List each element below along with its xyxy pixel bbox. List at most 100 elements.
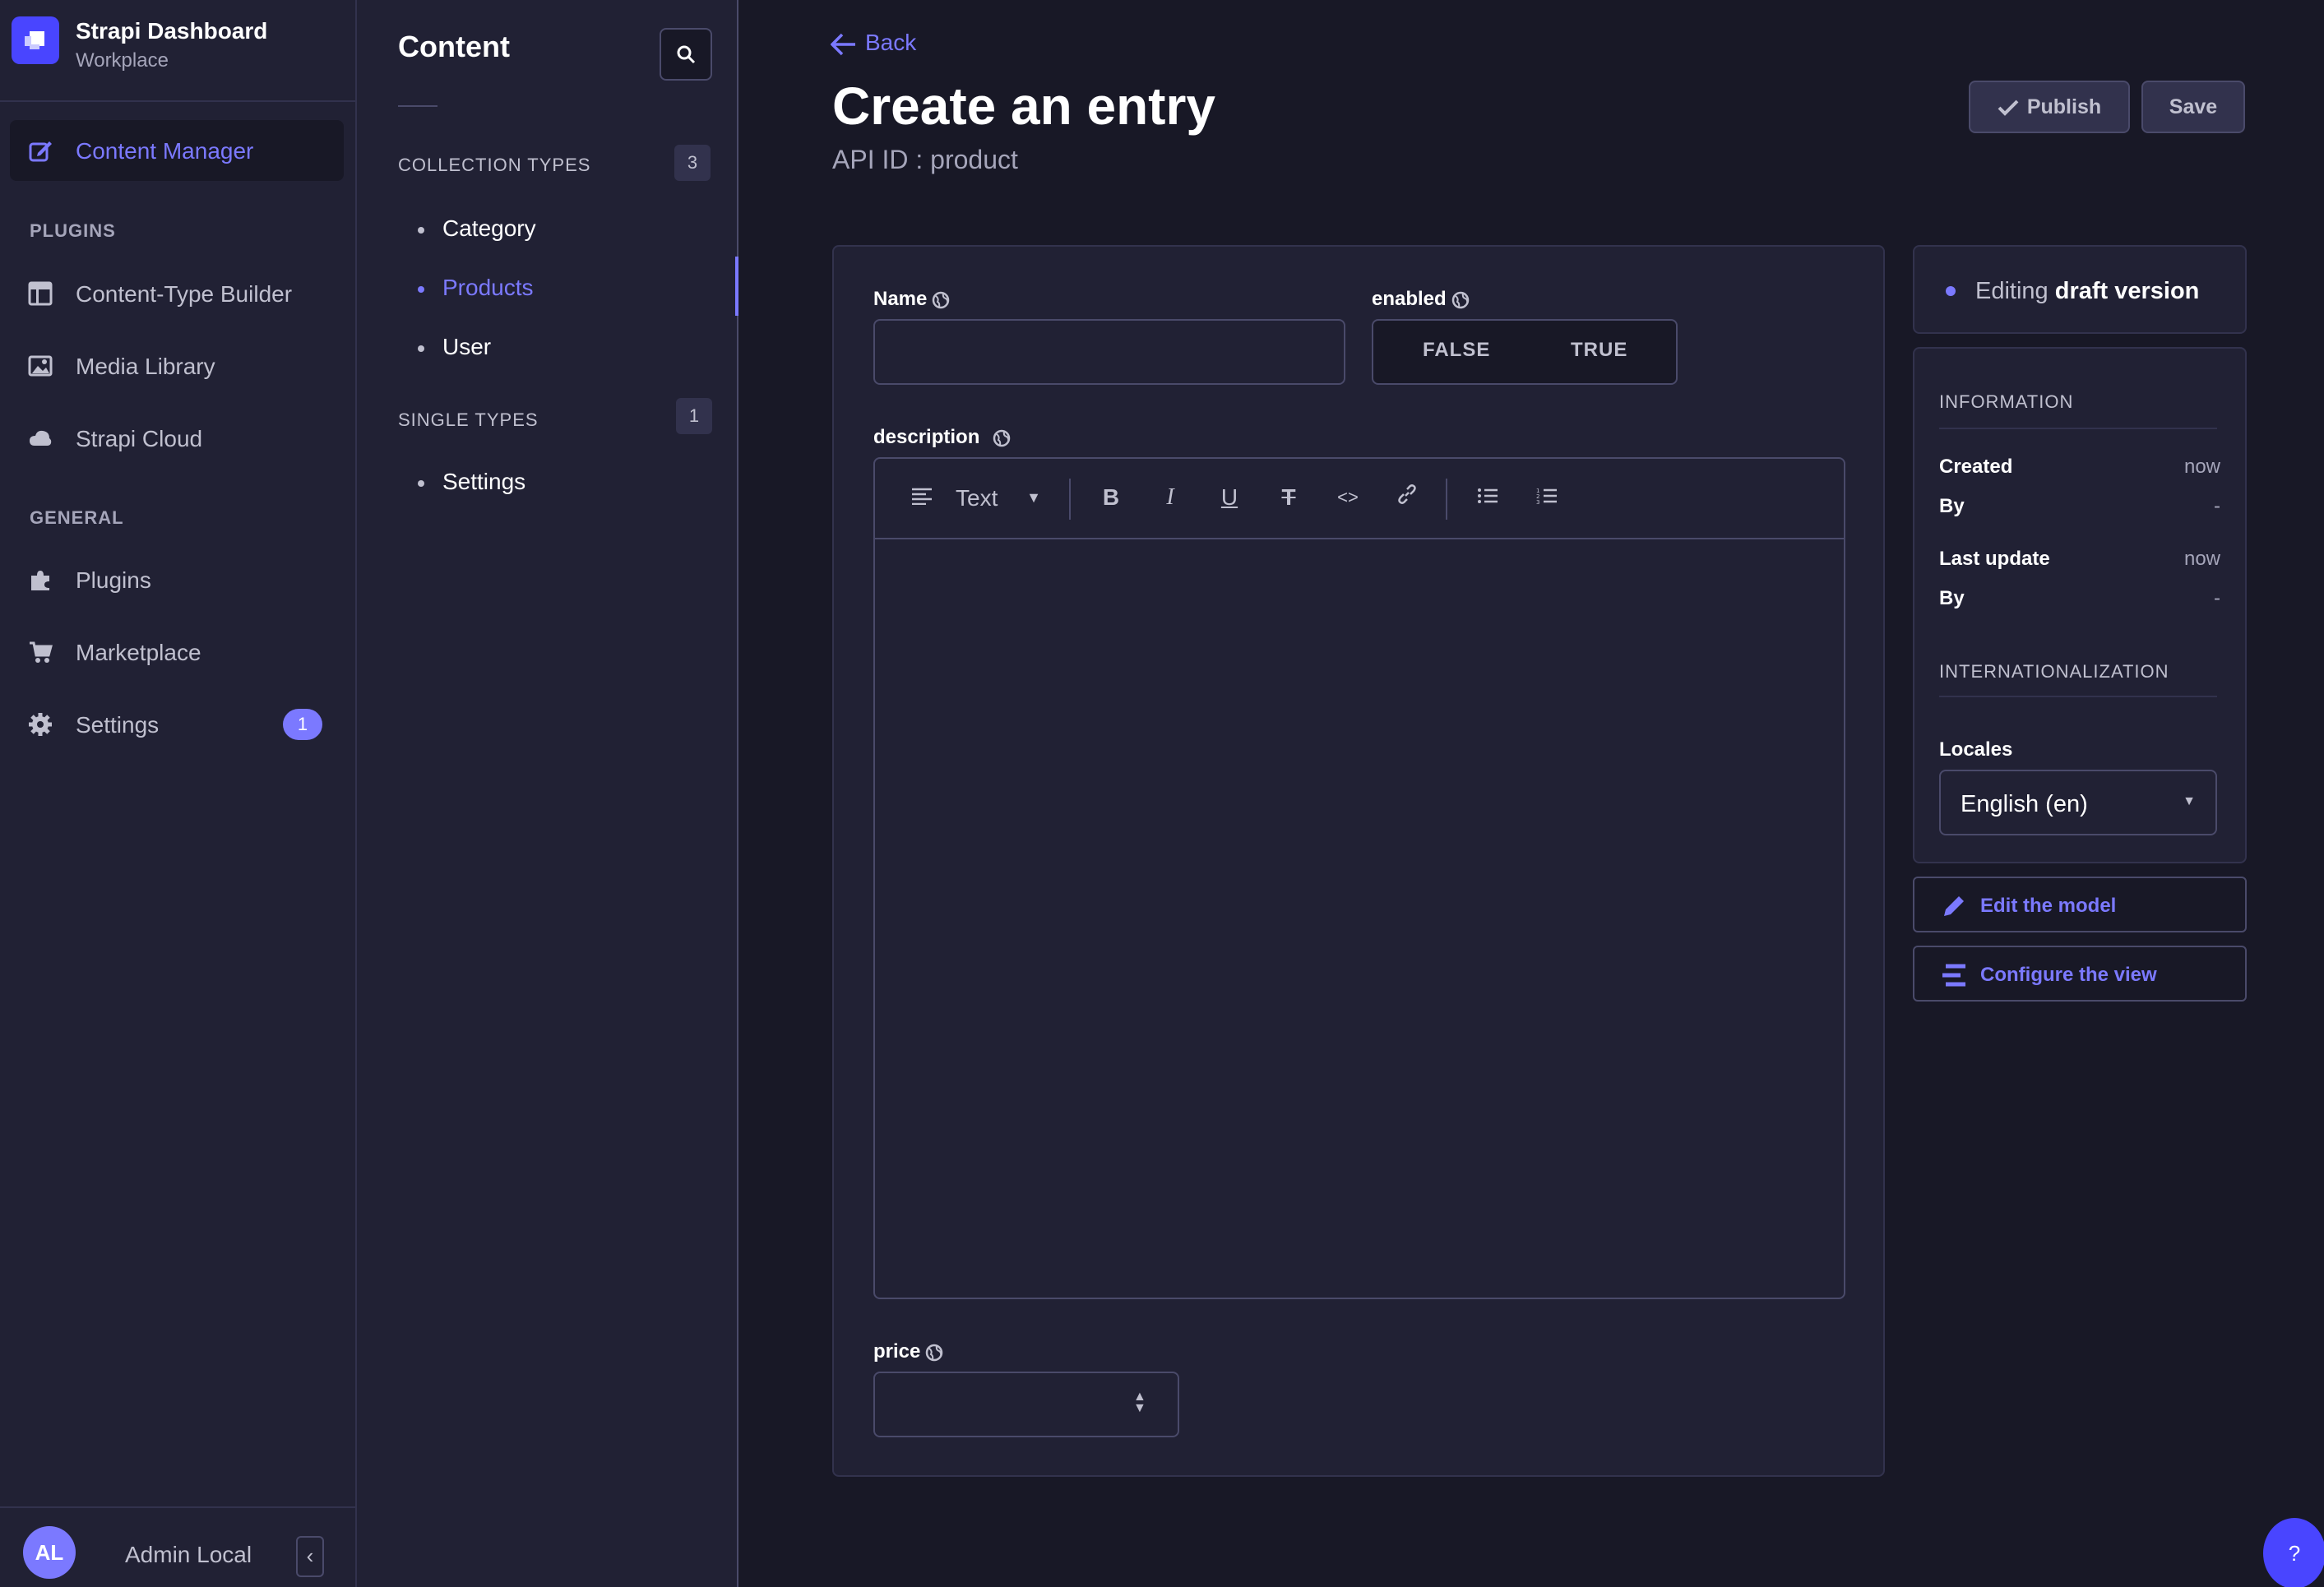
item-label: Products bbox=[442, 275, 534, 300]
search-icon bbox=[677, 45, 696, 64]
created-label: Created bbox=[1939, 456, 2013, 478]
globe-icon bbox=[933, 291, 950, 308]
nav-label: Plugins bbox=[76, 567, 151, 593]
toggle-false-option[interactable]: FALSE bbox=[1423, 339, 1490, 362]
name-label: Name bbox=[873, 288, 950, 311]
italic-icon[interactable]: I bbox=[1156, 484, 1184, 511]
nav-item-media-library[interactable]: Media Library bbox=[10, 335, 344, 396]
nav-item-plugins[interactable]: Plugins bbox=[10, 549, 344, 610]
draft-prefix: Editing bbox=[1975, 278, 2055, 304]
toolbar-divider bbox=[1069, 479, 1071, 520]
configure-view-label: Configure the view bbox=[1980, 964, 2157, 986]
align-left-icon[interactable] bbox=[908, 484, 936, 511]
created-by-label: By bbox=[1939, 495, 1965, 517]
list-item-settings[interactable]: Settings bbox=[418, 469, 525, 495]
back-label: Back bbox=[865, 30, 917, 55]
label-text: Name bbox=[873, 288, 928, 310]
locale-value: English (en) bbox=[1961, 791, 2088, 817]
api-id: API ID : product bbox=[832, 145, 1018, 174]
code-icon[interactable]: <> bbox=[1334, 484, 1362, 511]
nav-item-settings[interactable]: Settings 1 bbox=[10, 694, 344, 755]
general-heading: GENERAL bbox=[30, 507, 124, 528]
help-button[interactable]: ? bbox=[2263, 1518, 2324, 1587]
price-label: price bbox=[873, 1340, 943, 1363]
list-item-user[interactable]: User bbox=[418, 334, 491, 360]
collection-types-heading: COLLECTION TYPES bbox=[398, 155, 591, 175]
list-item-products[interactable]: Products bbox=[418, 275, 534, 301]
cloud-icon bbox=[28, 426, 53, 451]
gear-icon bbox=[28, 712, 53, 737]
nav-item-content-manager[interactable]: Content Manager bbox=[10, 120, 344, 181]
avatar[interactable]: AL bbox=[23, 1526, 76, 1579]
globe-icon bbox=[1451, 291, 1469, 308]
search-button[interactable] bbox=[660, 28, 712, 81]
nav-item-strapi-cloud[interactable]: Strapi Cloud bbox=[10, 408, 344, 469]
chevron-left-icon: ‹ bbox=[306, 1543, 314, 1568]
strapi-logo-icon bbox=[12, 16, 59, 64]
active-indicator bbox=[735, 257, 738, 316]
label-text: description bbox=[873, 426, 980, 448]
edit-model-button[interactable]: Edit the model bbox=[1913, 877, 2247, 932]
underline-icon[interactable]: U bbox=[1215, 484, 1243, 511]
bullet bbox=[418, 285, 424, 293]
rich-text-editor: Text ▼ B I U T <> 123 bbox=[873, 457, 1845, 1299]
nav-label: Media Library bbox=[76, 354, 215, 379]
item-label: Category bbox=[442, 215, 536, 241]
bold-icon[interactable]: B bbox=[1097, 484, 1125, 511]
editor-body[interactable] bbox=[875, 539, 1844, 1298]
puzzle-icon bbox=[28, 567, 53, 592]
nav-item-marketplace[interactable]: Marketplace bbox=[10, 622, 344, 682]
list-item-category[interactable]: Category bbox=[418, 215, 536, 242]
svg-text:3: 3 bbox=[1536, 499, 1539, 505]
enabled-toggle: FALSE TRUE bbox=[1372, 319, 1678, 385]
divider bbox=[1939, 696, 2217, 697]
publish-button[interactable]: Publish bbox=[1969, 81, 2130, 133]
text-style-select[interactable]: Text bbox=[956, 485, 998, 511]
nav-label: Marketplace bbox=[76, 640, 201, 665]
divider bbox=[398, 105, 437, 107]
last-update-value: now bbox=[2183, 548, 2220, 570]
globe-icon bbox=[926, 1344, 943, 1361]
collapse-nav-button[interactable]: ‹ bbox=[296, 1536, 324, 1577]
number-stepper-icon[interactable]: ▲ ▼ bbox=[1133, 1390, 1146, 1415]
draft-version: draft version bbox=[2054, 278, 2200, 304]
single-types-heading: SINGLE TYPES bbox=[398, 409, 539, 430]
user-name[interactable]: Admin Local bbox=[125, 1542, 252, 1568]
description-label: description bbox=[873, 426, 1011, 449]
created-value: now bbox=[2183, 456, 2220, 478]
nav-item-content-type-builder[interactable]: Content-Type Builder bbox=[10, 263, 344, 324]
numbered-list-icon[interactable]: 123 bbox=[1533, 484, 1561, 511]
edit-model-label: Edit the model bbox=[1980, 895, 2117, 917]
brand-title: Strapi Dashboard bbox=[76, 18, 268, 44]
strikethrough-icon[interactable]: T bbox=[1275, 484, 1303, 511]
brand-subtitle: Workplace bbox=[76, 49, 169, 72]
configure-view-button[interactable]: Configure the view bbox=[1913, 946, 2247, 1002]
divider bbox=[1939, 428, 2217, 429]
label-text: price bbox=[873, 1340, 921, 1363]
check-icon bbox=[1998, 99, 2019, 117]
price-field[interactable]: ▲ ▼ bbox=[873, 1372, 1179, 1437]
page-title: Create an entry bbox=[832, 76, 1215, 136]
bulleted-list-icon[interactable] bbox=[1474, 484, 1502, 511]
information-heading: INFORMATION bbox=[1939, 391, 2074, 412]
globe-icon bbox=[993, 429, 1011, 446]
draft-status-panel: Editing draft version bbox=[1913, 245, 2247, 334]
toggle-true-option[interactable]: TRUE bbox=[1571, 339, 1627, 362]
save-button[interactable]: Save bbox=[2141, 81, 2245, 133]
locale-select[interactable]: English (en) ▼ bbox=[1939, 770, 2217, 835]
status-dot bbox=[1946, 286, 1956, 296]
nav-label: Content-Type Builder bbox=[76, 281, 293, 307]
bullet bbox=[418, 345, 424, 352]
name-field[interactable] bbox=[873, 319, 1345, 385]
toolbar-divider bbox=[1446, 479, 1447, 520]
back-link[interactable]: Back bbox=[830, 30, 917, 56]
item-label: Settings bbox=[442, 469, 526, 494]
settings-badge: 1 bbox=[283, 709, 322, 740]
label-text: enabled bbox=[1372, 288, 1447, 310]
nav-label: Strapi Cloud bbox=[76, 426, 203, 451]
updated-by-value: - bbox=[2214, 587, 2220, 609]
chevron-down-icon[interactable]: ▼ bbox=[1020, 484, 1048, 511]
link-icon[interactable] bbox=[1393, 484, 1421, 511]
content-subnav bbox=[357, 0, 738, 1587]
main-nav: Strapi Dashboard Workplace Content Manag… bbox=[0, 0, 357, 1587]
